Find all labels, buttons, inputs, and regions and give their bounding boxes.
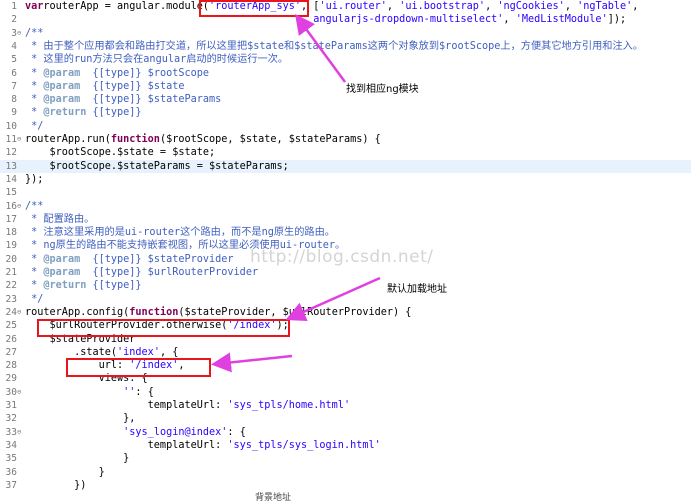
arrow-to-url: [211, 352, 293, 373]
arrow-to-otherwise: [285, 276, 381, 322]
watermark: http://blog.csdn.net/: [250, 247, 434, 267]
annotation-find-module: 找到相应ng模块: [346, 84, 419, 95]
code-editor[interactable]: 1 varrouterApp = angular.module('routerAp…: [0, 0, 691, 503]
annotation-default-url: 默认加载地址: [387, 284, 447, 295]
arrow-to-module: [295, 13, 347, 83]
